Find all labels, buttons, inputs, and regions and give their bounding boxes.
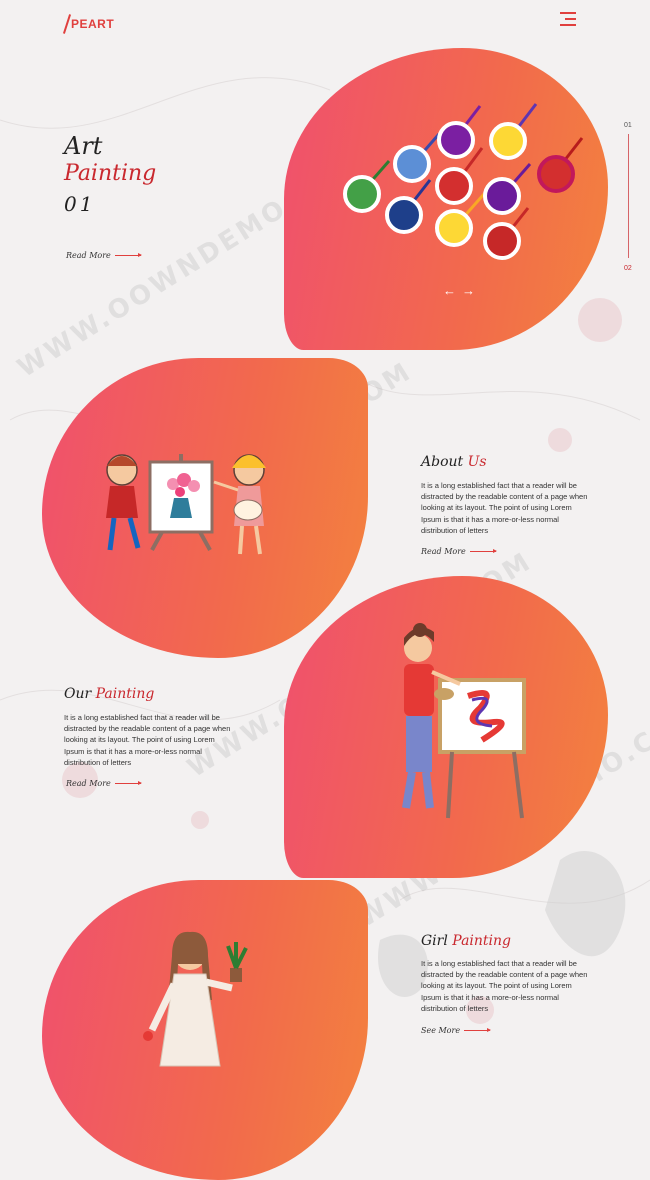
arrow-right-icon: [469, 549, 497, 553]
read-more-label: Read More: [421, 547, 466, 556]
our-painting-title: Our Painting: [64, 686, 155, 702]
hero-image-blob: [284, 48, 608, 350]
arrow-left-icon[interactable]: ←: [443, 284, 456, 297]
logo-text: PEART: [71, 17, 115, 31]
read-more-label: Read More: [66, 779, 111, 788]
about-text: It is a long established fact that a rea…: [421, 481, 588, 535]
hero-title-line1: Art: [64, 132, 103, 160]
site-header: PEART: [0, 0, 650, 44]
our-painting-read-more-link[interactable]: Read More: [66, 779, 142, 788]
hero-read-more-link[interactable]: Read More: [66, 251, 142, 260]
slide-number-2[interactable]: 02: [624, 265, 632, 272]
our-painting-image-blob: [284, 576, 608, 878]
slider-pagination: 01 02: [619, 118, 639, 278]
girl-painting-image-blob: [42, 880, 368, 1180]
arrow-right-icon: [464, 1028, 492, 1032]
girl-with-plant-illustration: [143, 931, 248, 1067]
logo-mark: [62, 14, 72, 34]
hamburger-menu-icon[interactable]: [560, 12, 576, 26]
arrow-right-icon: [114, 781, 142, 785]
our-painting-text: It is a long established fact that a rea…: [64, 713, 231, 767]
about-read-more-link[interactable]: Read More: [421, 547, 497, 556]
slider-arrows: ← →: [443, 284, 475, 297]
see-more-label: See More: [421, 1026, 461, 1035]
arrow-right-icon: [114, 253, 142, 257]
about-title: About Us: [421, 454, 487, 470]
girl-painting-title: Girl Painting: [421, 933, 512, 949]
slider-progress-line: [628, 134, 629, 258]
hero-title-line2: Painting: [64, 161, 157, 186]
read-more-label: Read More: [66, 251, 111, 260]
slide-number-1[interactable]: 01: [624, 122, 632, 129]
hero-slide-number: 01: [64, 192, 96, 216]
woman-painting-illustration: [402, 623, 526, 819]
girl-painting-see-more-link[interactable]: See More: [421, 1026, 492, 1035]
arrow-right-icon[interactable]: →: [462, 284, 475, 297]
paint-pots-illustration: [343, 103, 584, 260]
girl-painting-text: It is a long established fact that a rea…: [421, 959, 588, 1013]
hero-title: Art Painting 01: [64, 132, 156, 220]
logo[interactable]: PEART: [62, 14, 115, 34]
